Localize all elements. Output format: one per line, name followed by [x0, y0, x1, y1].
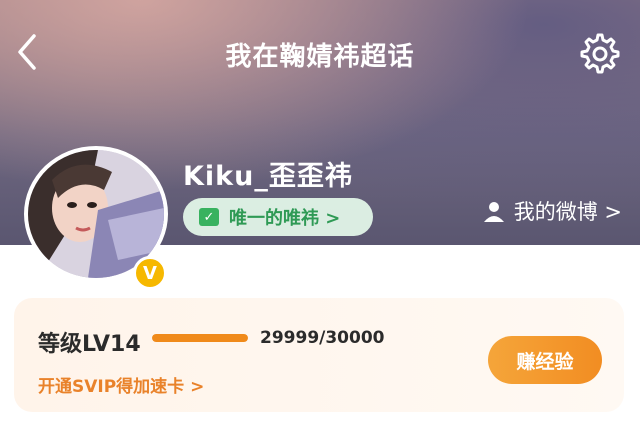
level-progress-bar	[152, 334, 248, 342]
level-card: 等级LV14 29999/30000 开通SVIP得加速卡 > 赚经验	[14, 298, 624, 412]
level-label: 等级LV14	[38, 332, 141, 357]
user-name: Kiku_歪歪祎	[183, 161, 353, 192]
level-progress-text: 29999/30000	[260, 328, 385, 348]
calendar-check-icon: ✓	[199, 208, 219, 226]
fan-tag-button[interactable]: ✓ 唯一的唯祎 >	[183, 198, 373, 236]
page-title: 我在鞠婧祎超话	[225, 42, 415, 72]
my-weibo-link[interactable]: 我的微博 >	[482, 196, 622, 226]
settings-button[interactable]	[576, 30, 624, 78]
fan-tag-label: 唯一的唯祎 >	[229, 208, 341, 229]
gear-icon	[580, 33, 620, 74]
svip-link[interactable]: 开通SVIP得加速卡 >	[38, 372, 204, 397]
my-weibo-label: 我的微博 >	[513, 200, 622, 224]
user-icon	[483, 202, 504, 222]
verified-badge: V	[133, 256, 167, 290]
earn-experience-button[interactable]: 赚经验	[488, 336, 602, 384]
level-progress-fill	[152, 334, 248, 342]
